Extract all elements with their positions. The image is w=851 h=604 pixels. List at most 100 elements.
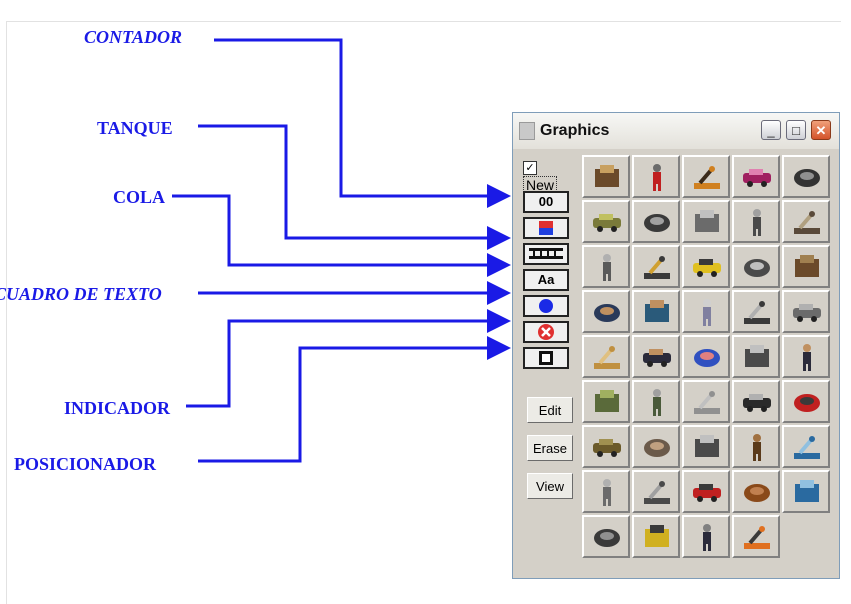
graphic-cell[interactable] [632,335,680,378]
graphic-cell[interactable] [582,515,630,558]
graphic-cell[interactable] [582,200,630,243]
graphic-cell[interactable] [582,470,630,513]
graphic-cell[interactable] [782,245,830,288]
machine-icon [595,165,619,187]
window-title: Graphics [540,122,610,139]
forklift-orange-icon [744,526,770,549]
robot-cart-icon [753,209,761,236]
yellow-bar-icon [645,525,669,547]
tank-icon [539,221,553,235]
graphic-cell[interactable] [682,200,730,243]
graphic-cell[interactable] [732,425,780,468]
minimize-button[interactable]: _ [761,120,781,140]
graphic-cell[interactable] [632,155,680,198]
graphic-cell[interactable] [782,380,830,423]
graphic-cell[interactable] [582,155,630,198]
graphic-cell[interactable] [582,335,630,378]
window-body: ✓ New 00 Aa Edit Erase View [519,153,835,573]
workstation-icon [644,214,670,232]
graphics-window: Graphics _ □ ✕ ✓ New 00 Aa Edit Erase Vi… [512,112,840,579]
new-checkbox[interactable]: ✓ New [523,159,571,194]
graphic-cell[interactable] [632,515,680,558]
graphic-cell[interactable] [782,155,830,198]
monitor-blue-icon [795,480,819,502]
graphic-cell[interactable] [782,425,830,468]
pickup-truck-icon [695,210,719,232]
lathe-icon [744,259,770,277]
graphic-cell[interactable] [682,515,730,558]
edit-button[interactable]: Edit [527,397,573,423]
square-icon [539,351,553,365]
truck-small-icon [703,299,711,326]
positioner-tool[interactable] [523,321,569,343]
monitor-icon [794,436,820,459]
graphic-cell[interactable] [632,425,680,468]
graphic-cell[interactable] [782,470,830,513]
desk-icon [744,484,770,502]
close-button[interactable]: ✕ [811,120,831,140]
bumper-car-icon [743,169,771,187]
truck-icon [653,164,661,191]
line-icon [694,391,720,414]
graphic-cell[interactable] [632,380,680,423]
graphic-cell[interactable] [782,335,830,378]
text-box-tool[interactable]: Aa [523,269,569,291]
graphic-cell[interactable] [682,335,730,378]
round-sphere-icon [793,304,821,322]
grid-box-icon [794,211,820,234]
graphic-cell[interactable] [782,200,830,243]
arrow-cola [172,194,511,277]
graphic-cell[interactable] [632,470,680,513]
graphic-cell[interactable] [732,515,780,558]
graphic-cell[interactable] [732,470,780,513]
graphic-cell[interactable] [632,200,680,243]
counter-tool[interactable]: 00 [523,191,569,213]
arrow-contador [214,38,511,208]
tank-tool[interactable] [523,217,569,239]
blue-circle-icon [539,299,553,313]
graphic-cell[interactable] [582,245,630,288]
graphic-cell[interactable] [582,425,630,468]
conveyor-arm-icon [794,169,820,187]
square-tool[interactable] [523,347,569,369]
graphic-cell[interactable] [732,290,780,333]
graphic-cell[interactable] [682,380,730,423]
welding-robot-icon [644,256,670,279]
graphic-cell[interactable] [632,290,680,333]
app-icon [519,122,535,140]
red-robot-icon [794,394,820,412]
worker-blue-icon [645,300,669,322]
erase-button[interactable]: Erase [527,435,573,461]
graphic-cell[interactable] [732,200,780,243]
graphic-cell[interactable] [732,245,780,288]
red-machine-icon [693,484,721,502]
arrow-indicador [186,309,511,408]
graphic-cell[interactable] [682,425,730,468]
graphic-cell[interactable] [682,155,730,198]
graphic-cell[interactable] [732,335,780,378]
arrow-posicionador [198,336,511,463]
view-button[interactable]: View [527,473,573,499]
graphic-cell[interactable] [782,290,830,333]
maximize-button[interactable]: □ [786,120,806,140]
engine-icon [594,529,620,547]
graphic-cell[interactable] [632,245,680,288]
graphic-cell[interactable] [682,290,730,333]
rod-icon [603,479,611,506]
title-bar[interactable]: Graphics _ □ ✕ [513,113,839,149]
box-icon [594,346,620,369]
queue-tool[interactable] [523,243,569,265]
arrow-tanque [198,124,511,250]
indicator-tool[interactable] [523,295,569,317]
queue-icon [529,248,563,259]
graphic-cell[interactable] [582,290,630,333]
checkmark-icon: ✓ [523,161,537,176]
red-x-icon [538,324,554,340]
graphic-cell[interactable] [682,470,730,513]
graphic-cell[interactable] [732,380,780,423]
graphic-cell[interactable] [682,245,730,288]
graphic-cell[interactable] [582,380,630,423]
press-icon [695,435,719,457]
graphic-cell[interactable] [732,155,780,198]
flat-truck-icon [644,481,670,504]
